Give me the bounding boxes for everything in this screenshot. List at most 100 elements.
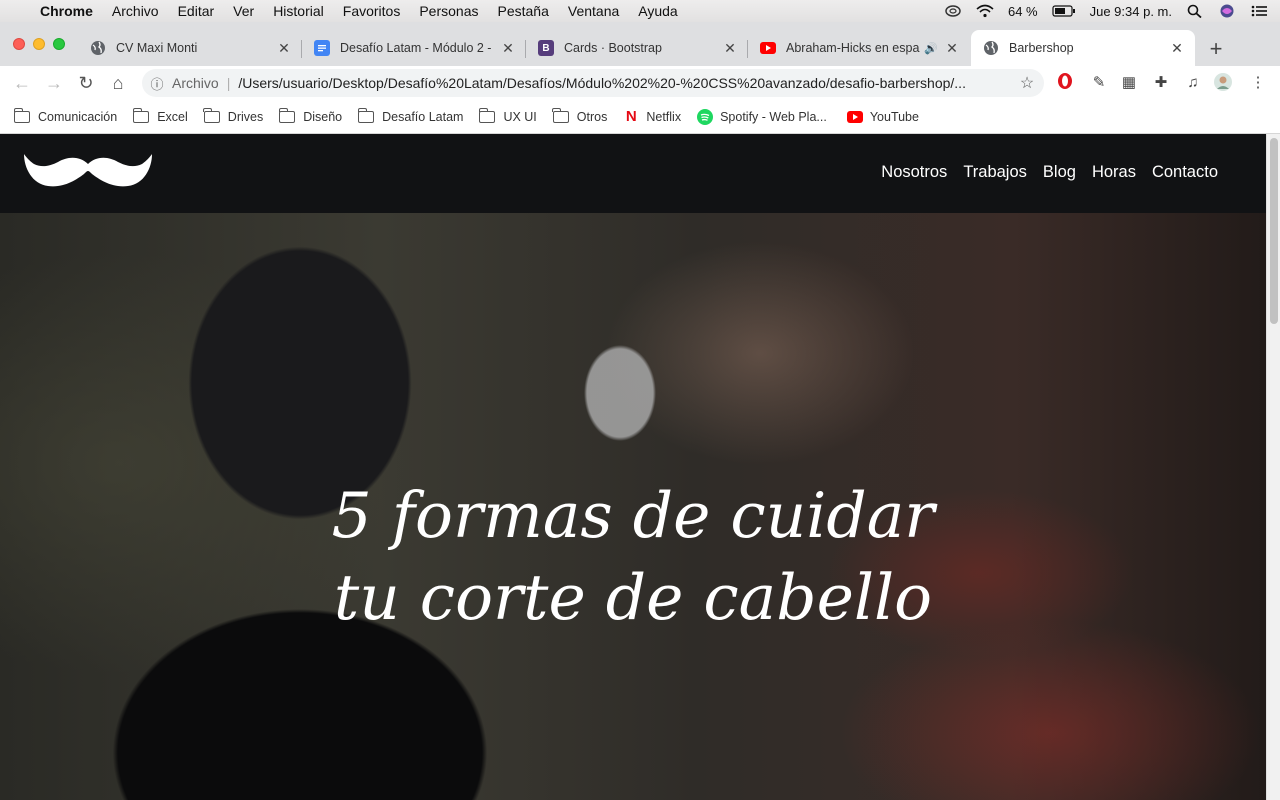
- notification-center-icon[interactable]: [1250, 4, 1268, 18]
- globe-icon: [983, 40, 999, 56]
- bookmark-label: UX UI: [503, 109, 537, 124]
- tab-strip: CV Maxi Monti ✕ Desafío Latam - Módulo 2…: [0, 22, 1280, 66]
- reload-icon[interactable]: ↻: [70, 73, 102, 94]
- bookmark-drives[interactable]: Drives: [203, 107, 264, 124]
- menu-ayuda[interactable]: Ayuda: [638, 3, 677, 19]
- window-fullscreen-button[interactable]: [53, 38, 65, 50]
- profile-avatar-icon[interactable]: [1212, 72, 1234, 94]
- spotlight-search-icon[interactable]: [1186, 4, 1204, 18]
- home-icon[interactable]: ⌂: [102, 73, 134, 94]
- eyedropper-extension-icon[interactable]: ✎: [1088, 72, 1110, 94]
- siri-icon[interactable]: [1218, 4, 1236, 18]
- bookmark-youtube[interactable]: YouTube: [846, 109, 919, 125]
- tab-cv-maxi-monti[interactable]: CV Maxi Monti ✕: [78, 30, 302, 66]
- folder-icon: [13, 107, 30, 123]
- google-docs-icon: [314, 40, 330, 56]
- menu-favoritos[interactable]: Favoritos: [343, 3, 401, 19]
- bookmark-label: Diseño: [303, 109, 343, 124]
- bookmarks-bar: Comunicación Excel Drives Diseño Desafío…: [0, 100, 1280, 134]
- site-nav-links: Nosotros Trabajos Blog Horas Contacto: [881, 163, 1218, 182]
- folder-icon: [552, 107, 569, 123]
- chrome-menu-icon[interactable]: ⋮: [1247, 72, 1269, 94]
- tab-cards-bootstrap[interactable]: B Cards · Bootstrap ✕: [526, 30, 748, 66]
- media-queue-icon[interactable]: ♫: [1182, 72, 1204, 94]
- youtube-icon: [846, 109, 863, 125]
- bookmark-label: Excel: [157, 109, 188, 124]
- bookmark-label: Comunicación: [38, 109, 118, 124]
- menu-personas[interactable]: Personas: [419, 3, 478, 19]
- tab-close-icon[interactable]: ✕: [1169, 40, 1185, 57]
- bookmark-label: Desafío Latam: [382, 109, 464, 124]
- battery-icon[interactable]: [1052, 4, 1076, 18]
- menu-historial[interactable]: Historial: [273, 3, 324, 19]
- status-area: 64 % Jue 9:34 p. m.: [944, 4, 1280, 19]
- tab-title: Cards · Bootstrap: [564, 41, 662, 55]
- bookmark-label: YouTube: [869, 109, 919, 124]
- address-url[interactable]: /Users/usuario/Desktop/Desafío%20Latam/D…: [238, 75, 1010, 91]
- bookmark-label: Drives: [227, 109, 264, 124]
- macos-menu-bar: Chrome Archivo Editar Ver Historial Favo…: [0, 0, 1280, 22]
- bookmark-label: Otros: [576, 109, 608, 124]
- bookmark-ux-ui[interactable]: UX UI: [478, 107, 537, 124]
- bookmark-excel[interactable]: Excel: [132, 107, 188, 124]
- window-minimize-button[interactable]: [33, 38, 45, 50]
- bookmark-otros[interactable]: Otros: [552, 107, 608, 124]
- tab-abraham-hicks[interactable]: Abraham-Hicks en espa 🔊 ✕: [748, 30, 970, 66]
- spotify-icon: [697, 108, 714, 125]
- tab-close-icon[interactable]: ✕: [276, 40, 292, 57]
- new-tab-button[interactable]: +: [1206, 36, 1226, 62]
- tab-title: Desafío Latam - Módulo 2 -: [340, 41, 492, 55]
- wifi-icon[interactable]: [976, 4, 994, 18]
- menu-ver[interactable]: Ver: [233, 3, 254, 19]
- mustache-logo-icon[interactable]: [24, 154, 152, 190]
- page-viewport: Nosotros Trabajos Blog Horas Contacto 5 …: [0, 134, 1280, 800]
- tab-title: Abraham-Hicks en espa: [786, 41, 920, 55]
- bookmark-comunicacion[interactable]: Comunicación: [13, 107, 118, 124]
- window-close-button[interactable]: [13, 38, 25, 50]
- creative-cloud-icon[interactable]: [944, 4, 962, 18]
- grid-extension-icon[interactable]: ▦: [1118, 72, 1140, 94]
- menu-editar[interactable]: Editar: [178, 3, 215, 19]
- hero-title: 5 formas de cuidar tu corte de cabello: [0, 475, 1266, 639]
- puzzle-extensions-icon[interactable]: ✚: [1150, 72, 1172, 94]
- nav-link-trabajos[interactable]: Trabajos: [963, 163, 1027, 182]
- bootstrap-icon: B: [538, 40, 554, 56]
- address-bar[interactable]: ⓘ Archivo | /Users/usuario/Desktop/Desaf…: [142, 69, 1044, 97]
- back-arrow-icon[interactable]: ←: [6, 73, 38, 94]
- bookmark-diseno[interactable]: Diseño: [278, 107, 343, 124]
- audio-playing-icon[interactable]: 🔊: [924, 42, 938, 55]
- nav-link-horas[interactable]: Horas: [1092, 163, 1136, 182]
- menu-ventana[interactable]: Ventana: [568, 3, 619, 19]
- forward-arrow-icon[interactable]: →: [38, 73, 70, 94]
- folder-icon: [278, 107, 296, 123]
- battery-percent: 64 %: [1007, 3, 1038, 19]
- bookmark-spotify[interactable]: Spotify - Web Pla...: [697, 108, 827, 125]
- scrollbar-thumb[interactable]: [1270, 138, 1278, 324]
- nav-link-contacto[interactable]: Contacto: [1152, 163, 1218, 182]
- tab-close-icon[interactable]: ✕: [944, 40, 960, 57]
- menu-pestana[interactable]: Pestaña: [498, 3, 549, 19]
- menu-archivo[interactable]: Archivo: [112, 3, 159, 19]
- nav-link-blog[interactable]: Blog: [1043, 163, 1076, 182]
- bookmark-star-icon[interactable]: ☆: [1010, 73, 1044, 93]
- menu-app-name[interactable]: Chrome: [40, 3, 93, 19]
- hero-title-line-2: tu corte de cabello: [333, 561, 933, 634]
- tab-close-icon[interactable]: ✕: [500, 40, 516, 57]
- hero-title-line-1: 5 formas de cuidar: [331, 479, 935, 552]
- clock[interactable]: Jue 9:34 p. m.: [1090, 4, 1172, 19]
- bookmark-netflix[interactable]: N Netflix: [623, 108, 681, 125]
- opera-extension-icon[interactable]: [1054, 72, 1076, 94]
- site-navbar: Nosotros Trabajos Blog Horas Contacto: [0, 134, 1266, 213]
- browser-toolbar: ← → ↻ ⌂ ⓘ Archivo | /Users/usuario/Deskt…: [0, 66, 1280, 100]
- tab-barbershop[interactable]: Barbershop ✕: [971, 30, 1195, 66]
- bookmark-desafio-latam[interactable]: Desafío Latam: [357, 107, 464, 124]
- tab-title: Barbershop: [1009, 41, 1074, 55]
- tab-desafio-latam[interactable]: Desafío Latam - Módulo 2 - ✕: [302, 30, 526, 66]
- nav-link-nosotros[interactable]: Nosotros: [881, 163, 947, 182]
- netflix-icon: N: [625, 108, 637, 125]
- hero-banner-image: 5 formas de cuidar tu corte de cabello: [0, 213, 1266, 800]
- tab-close-icon[interactable]: ✕: [722, 40, 738, 57]
- youtube-icon: [760, 40, 776, 56]
- site-info-icon[interactable]: ⓘ: [142, 74, 172, 93]
- page-scrollbar[interactable]: [1266, 134, 1280, 800]
